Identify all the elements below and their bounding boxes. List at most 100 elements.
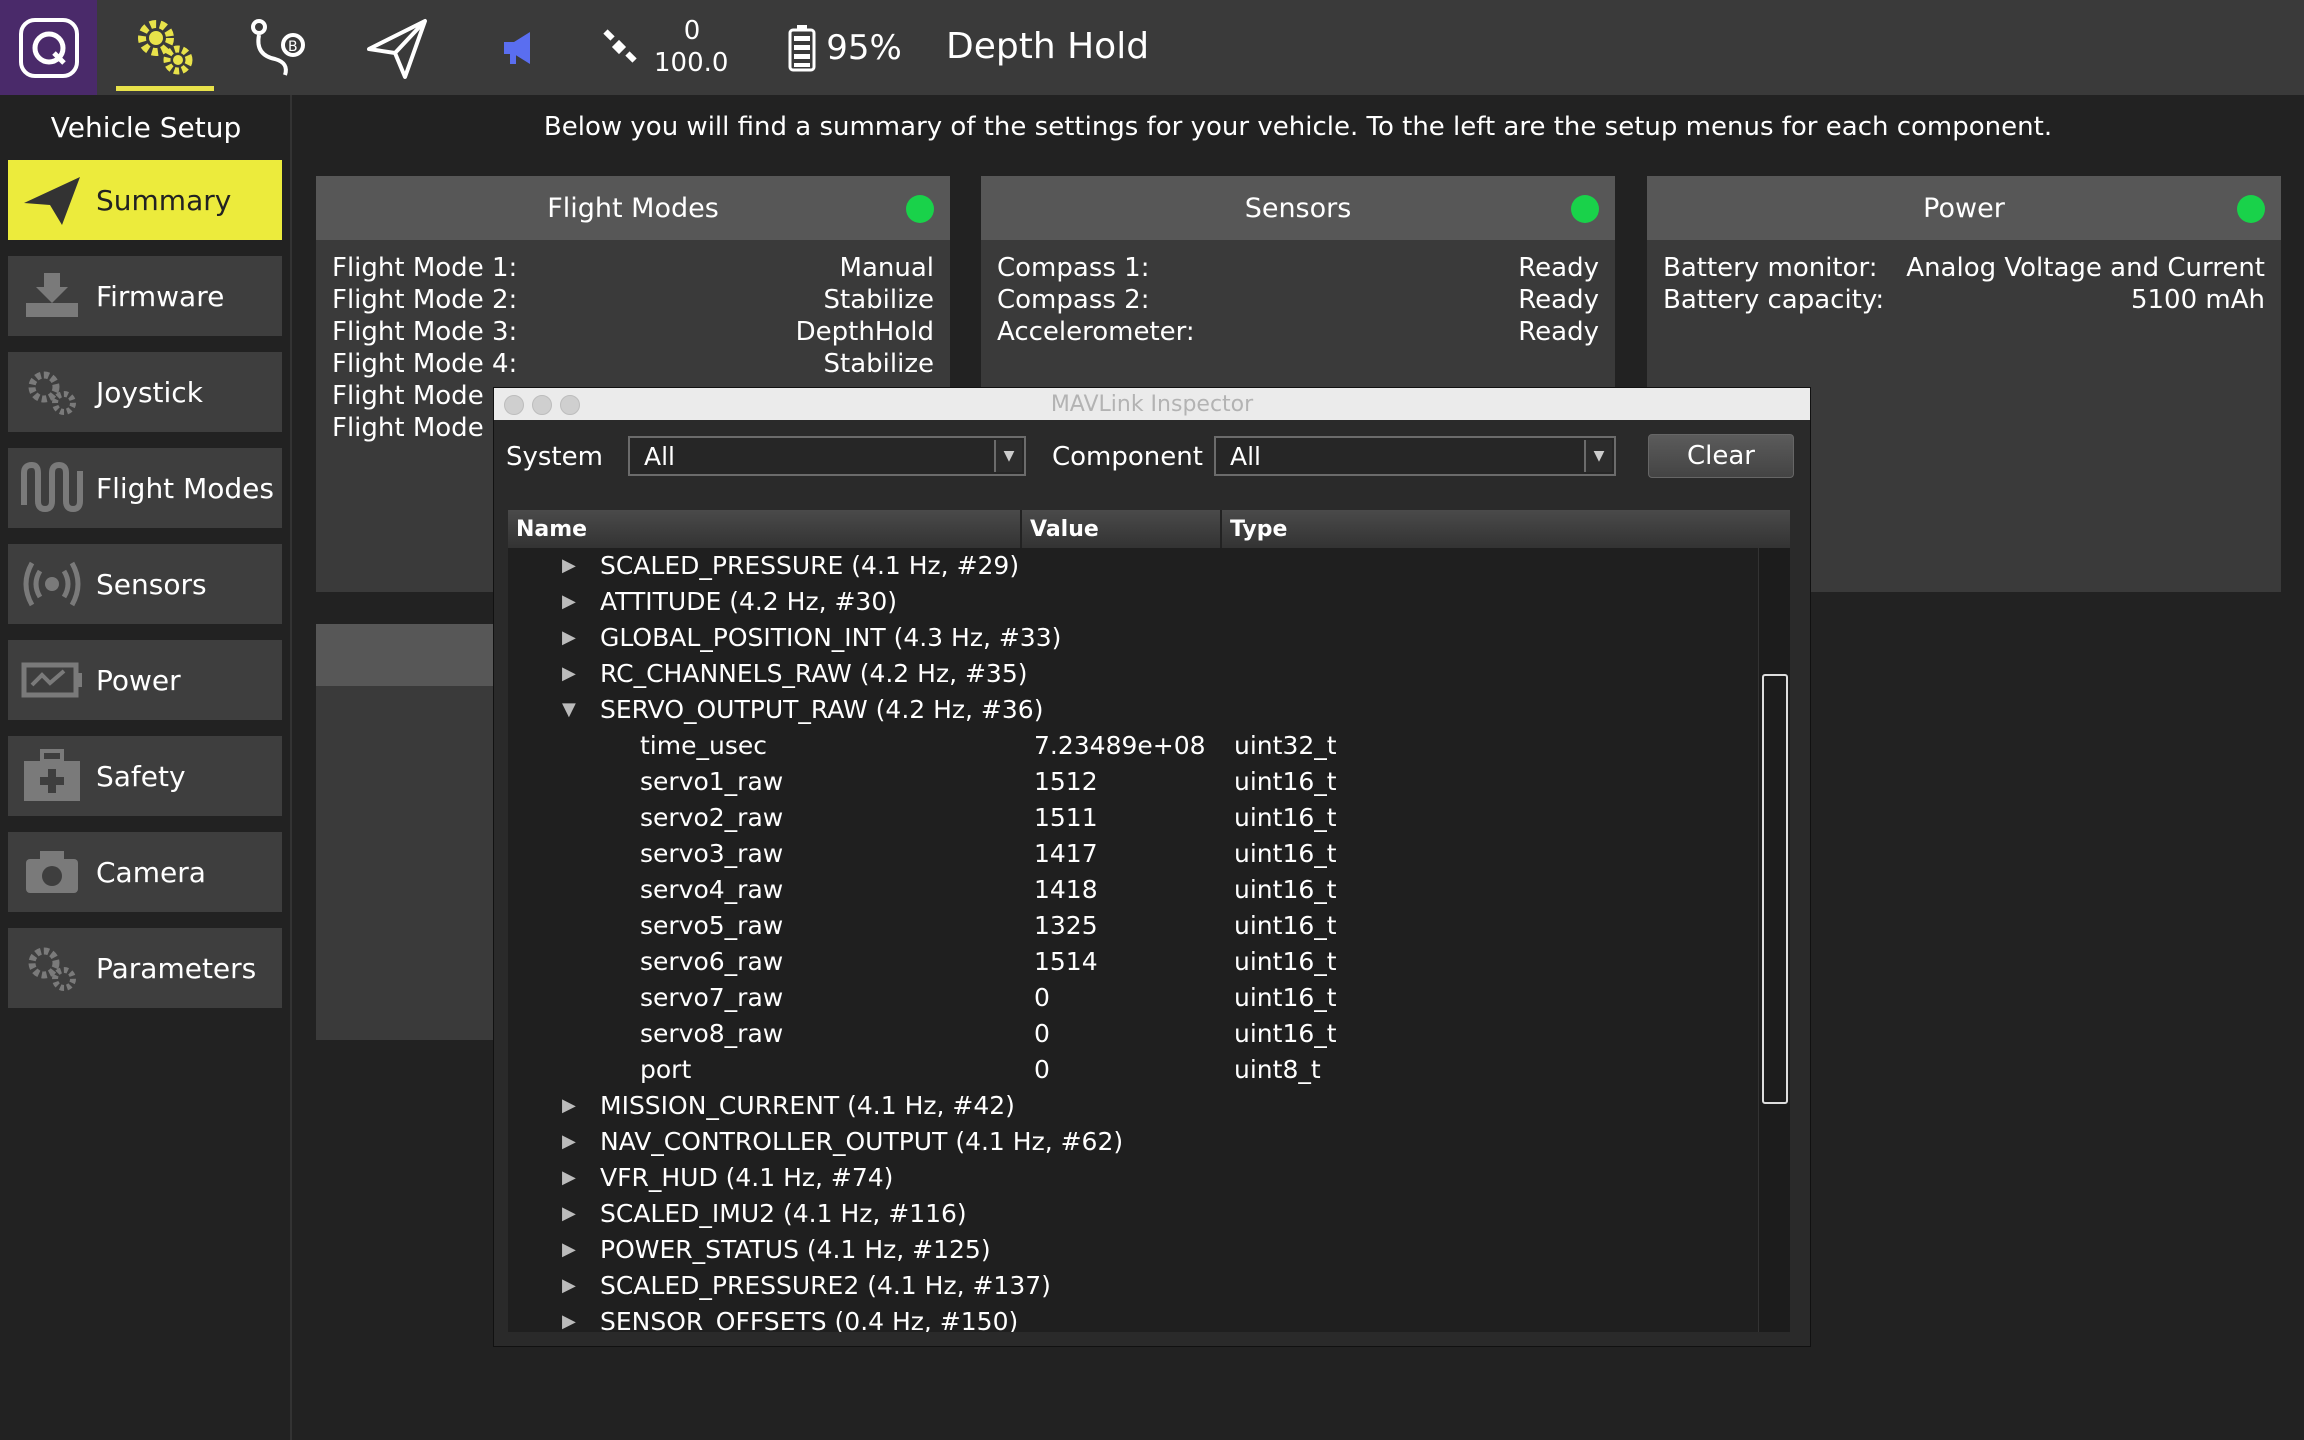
column-header-name[interactable]: Name bbox=[508, 510, 1022, 548]
tree-row-field[interactable]: servo7_raw 0 uint16_t bbox=[508, 980, 1758, 1016]
expand-arrow-icon[interactable]: ▶ bbox=[562, 1268, 576, 1304]
summary-row: Accelerometer: Ready bbox=[997, 316, 1599, 348]
tree-row-field[interactable]: servo2_raw 1511 uint16_t bbox=[508, 800, 1758, 836]
chevron-down-icon: ▼ bbox=[1584, 440, 1612, 472]
expand-arrow-icon[interactable]: ▶ bbox=[562, 1304, 576, 1332]
summary-row: Battery capacity: 5100 mAh bbox=[1663, 284, 2265, 316]
tree-row-message[interactable]: ▶ RC_CHANNELS_RAW (4.2 Hz, #35) bbox=[508, 656, 1758, 692]
card-header[interactable] bbox=[316, 624, 496, 686]
tree-row-message[interactable]: ▶ VFR_HUD (4.1 Hz, #74) bbox=[508, 1160, 1758, 1196]
field-value: 0 bbox=[1034, 1055, 1050, 1084]
window-close-button[interactable] bbox=[504, 395, 524, 415]
expand-arrow-icon[interactable]: ▶ bbox=[562, 548, 576, 584]
field-name: servo2_raw bbox=[640, 803, 784, 832]
card-header[interactable]: Flight Modes bbox=[316, 176, 950, 240]
tree-row-message[interactable]: ▶ ATTITUDE (4.2 Hz, #30) bbox=[508, 584, 1758, 620]
window-minimize-button[interactable] bbox=[532, 395, 552, 415]
scrollbar-thumb[interactable] bbox=[1762, 674, 1788, 1104]
card-header[interactable]: Sensors bbox=[981, 176, 1615, 240]
column-header-type[interactable]: Type bbox=[1222, 510, 1790, 548]
row-key: Battery monitor: bbox=[1663, 253, 1878, 283]
expand-arrow-icon[interactable]: ▶ bbox=[562, 620, 576, 656]
gps-indicator[interactable]: 0 100.0 bbox=[596, 0, 736, 95]
sidebar-item-safety[interactable]: Safety bbox=[8, 736, 282, 816]
expand-arrow-icon[interactable]: ▶ bbox=[562, 1088, 576, 1124]
tree-row-field[interactable]: servo4_raw 1418 uint16_t bbox=[508, 872, 1758, 908]
sidebar-title: Vehicle Setup bbox=[50, 111, 242, 144]
row-key: Flight Mode ( bbox=[332, 413, 503, 443]
tree-row-message[interactable]: ▶ SCALED_PRESSURE2 (4.1 Hz, #137) bbox=[508, 1268, 1758, 1304]
download-icon bbox=[26, 273, 78, 317]
card-header[interactable]: Power bbox=[1647, 176, 2281, 240]
field-type: uint16_t bbox=[1234, 1019, 1337, 1048]
tree-row-message[interactable]: ▶ MISSION_CURRENT (4.1 Hz, #42) bbox=[508, 1088, 1758, 1124]
tree-row-field[interactable]: servo5_raw 1325 uint16_t bbox=[508, 908, 1758, 944]
vehicle-setup-button[interactable] bbox=[116, 0, 214, 95]
tree-row-message[interactable]: ▶ GLOBAL_POSITION_INT (4.3 Hz, #33) bbox=[508, 620, 1758, 656]
tree-row-field[interactable]: time_usec 7.23489e+08 uint32_t bbox=[508, 728, 1758, 764]
battery-indicator[interactable]: 95% bbox=[780, 0, 910, 95]
component-label: Component bbox=[1052, 442, 1203, 472]
sidebar-item-power[interactable]: Power bbox=[8, 640, 282, 720]
summary-row: Flight Mode 4: Stabilize bbox=[332, 348, 934, 380]
clear-button[interactable]: Clear bbox=[1648, 434, 1794, 478]
component-select[interactable]: All ▼ bbox=[1214, 436, 1616, 476]
window-titlebar[interactable]: MAVLink Inspector bbox=[494, 388, 1810, 420]
expand-arrow-icon[interactable]: ▶ bbox=[562, 656, 576, 692]
row-name: SCALED_PRESSURE2 (4.1 Hz, #137) bbox=[600, 1271, 1051, 1300]
sidebar-item-camera[interactable]: Camera bbox=[8, 832, 282, 912]
row-name: RC_CHANNELS_RAW (4.2 Hz, #35) bbox=[600, 659, 1028, 688]
fly-view-button[interactable] bbox=[358, 0, 438, 95]
row-name: SERVO_OUTPUT_RAW (4.2 Hz, #36) bbox=[600, 695, 1044, 724]
field-value: 1418 bbox=[1034, 875, 1098, 904]
tree-row-message[interactable]: ▶ SCALED_PRESSURE (4.1 Hz, #29) bbox=[508, 548, 1758, 584]
sidebar-item-sensors[interactable]: Sensors bbox=[8, 544, 282, 624]
tree-row-field[interactable]: servo8_raw 0 uint16_t bbox=[508, 1016, 1758, 1052]
field-value: 7.23489e+08 bbox=[1034, 731, 1206, 760]
sidebar-item-flight-modes[interactable]: Flight Modes bbox=[8, 448, 282, 528]
tree-row-message[interactable]: ▶ POWER_STATUS (4.1 Hz, #125) bbox=[508, 1232, 1758, 1268]
svg-text:B: B bbox=[288, 39, 298, 55]
sidebar-item-parameters[interactable]: Parameters bbox=[8, 928, 282, 1008]
field-value: 1514 bbox=[1034, 947, 1098, 976]
field-type: uint16_t bbox=[1234, 911, 1337, 940]
tree-header: Name Value Type bbox=[508, 510, 1790, 548]
system-select[interactable]: All ▼ bbox=[628, 436, 1026, 476]
expand-arrow-icon[interactable]: ▶ bbox=[562, 1196, 576, 1232]
plan-view-button[interactable]: B bbox=[238, 0, 318, 95]
window-zoom-button[interactable] bbox=[560, 395, 580, 415]
messages-indicator[interactable] bbox=[490, 0, 550, 95]
field-name: servo7_raw bbox=[640, 983, 784, 1012]
active-underline bbox=[116, 86, 214, 91]
tree-row-message[interactable]: ▼ SERVO_OUTPUT_RAW (4.2 Hz, #36) bbox=[508, 692, 1758, 728]
row-key: Accelerometer: bbox=[997, 317, 1195, 347]
collapse-arrow-icon[interactable]: ▼ bbox=[562, 692, 576, 728]
tree-row-message[interactable]: ▶ SENSOR_OFFSETS (0.4 Hz, #150) bbox=[508, 1304, 1758, 1332]
vertical-scrollbar[interactable] bbox=[1758, 548, 1790, 1332]
expand-arrow-icon[interactable]: ▶ bbox=[562, 1124, 576, 1160]
sidebar-item-summary[interactable]: Summary bbox=[8, 160, 282, 240]
tree-row-message[interactable]: ▶ SCALED_IMU2 (4.1 Hz, #116) bbox=[508, 1196, 1758, 1232]
flight-mode-selector[interactable]: Depth Hold bbox=[946, 26, 1149, 67]
sidebar-item-firmware[interactable]: Firmware bbox=[8, 256, 282, 336]
field-name: servo4_raw bbox=[640, 875, 784, 904]
row-key: Flight Mode bbox=[332, 381, 484, 411]
sidebar-item-joystick[interactable]: Joystick bbox=[8, 352, 282, 432]
app-logo[interactable] bbox=[0, 0, 97, 95]
tree-row-field[interactable]: port 0 uint8_t bbox=[508, 1052, 1758, 1088]
expand-arrow-icon[interactable]: ▶ bbox=[562, 584, 576, 620]
message-tree: ▶ SCALED_PRESSURE (4.1 Hz, #29) ▶ ATTITUDE… bbox=[508, 548, 1790, 1332]
field-value: 1511 bbox=[1034, 803, 1098, 832]
expand-arrow-icon[interactable]: ▶ bbox=[562, 1160, 576, 1196]
top-toolbar: B 0 100.0 95% Depth Hold bbox=[0, 0, 2304, 95]
column-header-value[interactable]: Value bbox=[1022, 510, 1222, 548]
tree-row-field[interactable]: servo3_raw 1417 uint16_t bbox=[508, 836, 1758, 872]
tree-row-message[interactable]: ▶ NAV_CONTROLLER_OUTPUT (4.1 Hz, #62) bbox=[508, 1124, 1758, 1160]
tree-row-field[interactable]: servo6_raw 1514 uint16_t bbox=[508, 944, 1758, 980]
field-value: 0 bbox=[1034, 983, 1050, 1012]
expand-arrow-icon[interactable]: ▶ bbox=[562, 1232, 576, 1268]
row-value: Ready bbox=[1518, 253, 1599, 283]
gears-icon bbox=[28, 371, 76, 415]
tree-row-field[interactable]: servo1_raw 1512 uint16_t bbox=[508, 764, 1758, 800]
sidebar-item-label: Sensors bbox=[96, 567, 207, 601]
